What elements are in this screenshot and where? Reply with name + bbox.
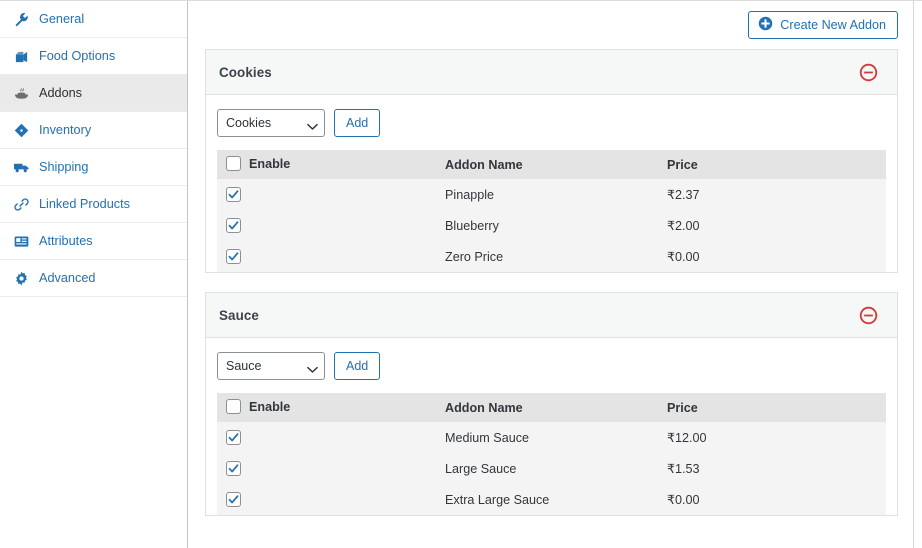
table-header-addon-name: Addon Name (445, 150, 667, 179)
table-row: Large Sauce ₹1.53 (217, 453, 886, 484)
truck-icon (13, 159, 30, 176)
addon-group-body: Cookies Add Enable Addon Name Price Pinapple ₹… (206, 95, 897, 272)
addon-price-cell: ₹2.00 (667, 210, 886, 241)
table-header-enable: Enable (217, 150, 445, 179)
addon-group-body: Sauce Add Enable Addon Name Price Medium Sauc… (206, 338, 897, 515)
addon-name-cell: Large Sauce (445, 453, 667, 484)
sidebar-item-label: Advanced (39, 270, 96, 285)
tag-icon (13, 122, 30, 139)
table-header-enable: Enable (217, 393, 445, 422)
sidebar-item-shipping[interactable]: Shipping (0, 149, 187, 186)
addon-group-select[interactable]: Sauce (217, 352, 325, 380)
sidebar-item-general[interactable]: General (0, 1, 187, 38)
table-row: Zero Price ₹0.00 (217, 241, 886, 272)
addon-price-cell: ₹0.00 (667, 241, 886, 272)
sidebar-item-inventory[interactable]: Inventory (0, 112, 187, 149)
create-new-addon-label: Create New Addon (780, 17, 886, 32)
table-header-price: Price (667, 393, 886, 422)
gear-icon (13, 270, 30, 287)
table-row: Blueberry ₹2.00 (217, 210, 886, 241)
sidebar-item-addons[interactable]: Addons (0, 75, 187, 112)
table-row: Medium Sauce ₹12.00 (217, 422, 886, 453)
addon-name-cell: Blueberry (445, 210, 667, 241)
sidebar-item-label: Addons (39, 85, 83, 100)
product-data-sidebar: General Food Options Addons Inventory Shippi… (0, 0, 188, 548)
addon-enable-cell (217, 453, 445, 484)
addon-group-panel: Cookies Cookies Add Enable Addon Name Price Pi… (205, 49, 898, 273)
table-header-row: Enable Addon Name Price (217, 150, 886, 179)
addon-group-title: Cookies (219, 64, 272, 80)
addon-name-cell: Extra Large Sauce (445, 484, 667, 515)
addon-group-panel: Sauce Sauce Add Enable Addon Name Price Medium… (205, 292, 898, 516)
food-box-icon (13, 48, 30, 65)
page-right-divider (913, 1, 914, 548)
addon-enable-checkbox[interactable] (226, 429, 241, 445)
addon-name-cell: Medium Sauce (445, 422, 667, 453)
addon-enable-cell (217, 484, 445, 515)
addon-enable-checkbox[interactable] (226, 217, 241, 233)
addons-toolbar: Create New Addon (205, 1, 898, 49)
addons-table: Enable Addon Name Price Medium Sauce ₹12.00 L… (217, 393, 886, 515)
create-new-addon-button[interactable]: Create New Addon (748, 11, 898, 39)
circle-minus-icon[interactable] (859, 306, 878, 325)
addon-group-header: Sauce (206, 293, 897, 338)
link-icon (13, 196, 30, 213)
id-card-icon (13, 233, 30, 250)
sidebar-item-label: General (39, 11, 85, 26)
addon-price-cell: ₹12.00 (667, 422, 886, 453)
addon-enable-checkbox[interactable] (226, 491, 241, 507)
add-addon-button[interactable]: Add (334, 352, 381, 380)
enable-header-group: Enable (226, 156, 290, 171)
table-header-price: Price (667, 150, 886, 179)
sidebar-item-label: Attributes (39, 233, 93, 248)
enable-header-label: Enable (249, 156, 291, 171)
addon-enable-cell (217, 210, 445, 241)
sidebar-item-label: Linked Products (39, 196, 130, 211)
sidebar-item-linked-products[interactable]: Linked Products (0, 186, 187, 223)
addon-name-cell: Pinapple (445, 179, 667, 210)
addon-enable-checkbox[interactable] (226, 248, 241, 264)
addon-price-cell: ₹2.37 (667, 179, 886, 210)
addon-enable-cell (217, 241, 445, 272)
addon-price-cell: ₹0.00 (667, 484, 886, 515)
addons-main-panel: Create New Addon Cookies Cookies Add Enable… (188, 0, 922, 548)
enable-header-label: Enable (249, 399, 291, 414)
addon-select-wrapper: Sauce (217, 352, 325, 380)
sidebar-item-label: Shipping (39, 159, 89, 174)
add-addon-button[interactable]: Add (334, 109, 381, 137)
table-row: Pinapple ₹2.37 (217, 179, 886, 210)
addon-group-controls: Sauce Add (217, 352, 886, 393)
sidebar-item-food-options[interactable]: Food Options (0, 38, 187, 75)
circle-minus-icon[interactable] (859, 63, 878, 82)
addon-groups-list: Cookies Cookies Add Enable Addon Name Price Pi… (205, 49, 898, 516)
circle-plus-icon (758, 16, 773, 34)
addon-enable-checkbox[interactable] (226, 186, 241, 202)
addons-table: Enable Addon Name Price Pinapple ₹2.37 Bluebe… (217, 150, 886, 272)
select-all-checkbox[interactable] (226, 156, 241, 171)
bowl-icon (13, 85, 30, 102)
table-header-addon-name: Addon Name (445, 393, 667, 422)
sidebar-item-label: Inventory (39, 122, 92, 137)
addon-select-wrapper: Cookies (217, 109, 325, 137)
enable-header-group: Enable (226, 399, 290, 414)
addon-enable-checkbox[interactable] (226, 460, 241, 476)
addon-enable-cell (217, 422, 445, 453)
sidebar-item-label: Food Options (39, 48, 116, 63)
addon-price-cell: ₹1.53 (667, 453, 886, 484)
table-row: Extra Large Sauce ₹0.00 (217, 484, 886, 515)
table-header-row: Enable Addon Name Price (217, 393, 886, 422)
sidebar-item-attributes[interactable]: Attributes (0, 223, 187, 260)
wrench-icon (13, 11, 30, 28)
addon-group-title: Sauce (219, 307, 259, 323)
select-all-checkbox[interactable] (226, 399, 241, 414)
addon-name-cell: Zero Price (445, 241, 667, 272)
addon-enable-cell (217, 179, 445, 210)
addon-group-controls: Cookies Add (217, 109, 886, 150)
addon-group-header: Cookies (206, 50, 897, 95)
sidebar-item-advanced[interactable]: Advanced (0, 260, 187, 297)
addon-group-select[interactable]: Cookies (217, 109, 325, 137)
product-data-addons-screen: General Food Options Addons Inventory Shippi… (0, 0, 922, 548)
